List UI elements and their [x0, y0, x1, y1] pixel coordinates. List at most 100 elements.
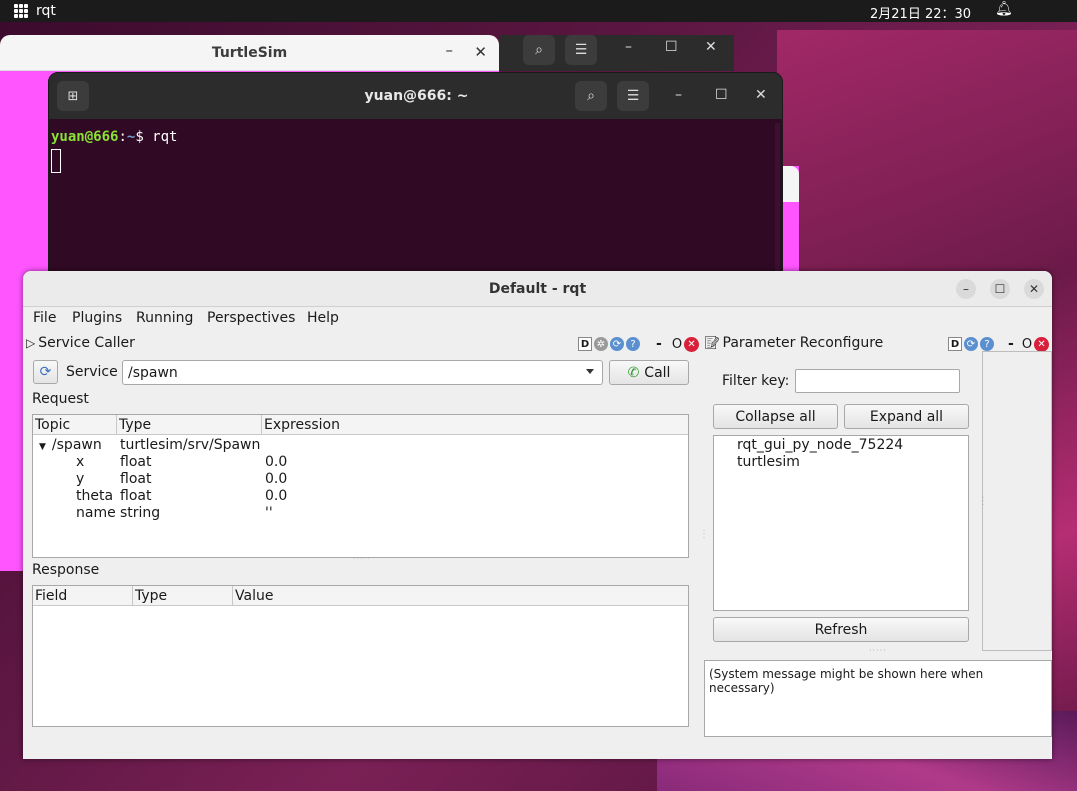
terminal-output[interactable]: yuan@666:~$ rqt	[51, 129, 177, 173]
menu-running[interactable]: Running	[136, 310, 193, 326]
splitter-handle[interactable]: ·····	[869, 646, 887, 655]
row-topic[interactable]: name	[76, 505, 116, 521]
param-reconfigure-dock-title[interactable]: 📝︎ Parameter Reconfigure	[704, 335, 883, 351]
row-topic[interactable]: y	[76, 471, 84, 487]
column-header-topic[interactable]: Topic	[35, 417, 70, 433]
node-item[interactable]: turtlesim	[737, 454, 800, 470]
row-expression[interactable]: 0.0	[265, 454, 287, 470]
menu-plugins[interactable]: Plugins	[72, 310, 122, 326]
close-icon[interactable]: ✕	[755, 87, 767, 103]
row-type: float	[120, 488, 152, 504]
terminal-title: yuan@666: ~	[364, 88, 469, 104]
search-icon[interactable]: ⌕	[575, 81, 607, 111]
request-tree-header: Topic Type Expression	[33, 415, 688, 435]
row-type: float	[120, 454, 152, 470]
close-icon[interactable]: ✕	[474, 43, 487, 61]
filter-key-label: Filter key:	[722, 373, 790, 389]
help-icon[interactable]: ?	[626, 337, 640, 351]
close-icon[interactable]: ✕	[705, 39, 717, 55]
request-label: Request	[32, 391, 89, 407]
rqt-title: Default - rqt	[488, 281, 587, 297]
maximize-icon[interactable]: ☐	[665, 39, 678, 55]
dock-d-button[interactable]: D	[948, 337, 962, 351]
column-header-expression[interactable]: Expression	[264, 417, 340, 433]
terminal-line: yuan@666:~$ rqt	[51, 129, 177, 145]
row-expression[interactable]: ''	[265, 505, 273, 521]
close-icon[interactable]: ✕	[1024, 279, 1044, 299]
column-header-type[interactable]: Type	[135, 588, 167, 604]
reload-icon[interactable]: ⟳	[964, 337, 978, 351]
maximize-icon[interactable]: ☐	[990, 279, 1010, 299]
menu-help[interactable]: Help	[307, 310, 339, 326]
minimize-icon[interactable]: –	[446, 41, 454, 59]
terminal-titlebar[interactable]: ⊞ yuan@666: ~ ⌕ ☰ – ☐ ✕	[49, 73, 782, 119]
bell-icon[interactable]: 🔔︎	[995, 1, 1013, 17]
collapse-all-button[interactable]: Collapse all	[713, 404, 838, 429]
service-combobox[interactable]: /spawn	[122, 360, 603, 385]
dock-minimize-button[interactable]: -	[656, 336, 662, 352]
filter-key-input[interactable]	[795, 369, 960, 393]
apps-grid-icon[interactable]	[14, 4, 28, 18]
minimize-icon[interactable]: –	[675, 87, 682, 103]
node-item[interactable]: rqt_gui_py_node_75224	[737, 437, 903, 453]
turtlesim-title: TurtleSim	[211, 45, 288, 61]
row-topic[interactable]: x	[76, 454, 84, 470]
terminal-command: rqt	[152, 129, 178, 145]
refresh-icon: ⟳	[39, 364, 52, 380]
dock-float-button[interactable]: O	[672, 337, 682, 352]
expand-arrow-icon[interactable]: ▼	[39, 442, 46, 452]
param-dock-buttons: D ⟳ ? - O ✕	[948, 336, 1050, 352]
hamburger-menu-icon[interactable]: ☰	[565, 35, 597, 65]
dock-d-button[interactable]: D	[578, 337, 592, 351]
settings-gear-icon[interactable]: ✲	[594, 337, 608, 351]
active-app-name[interactable]: rqt	[36, 3, 56, 19]
maximize-icon[interactable]: ☐	[715, 87, 728, 103]
call-button[interactable]: ✆ Call	[609, 360, 689, 385]
reload-icon[interactable]: ⟳	[610, 337, 624, 351]
search-icon[interactable]: ⌕	[523, 35, 555, 65]
row-expression[interactable]: 0.0	[265, 488, 287, 504]
rqt-window: Default - rqt – ☐ ✕ File Plugins Running…	[23, 271, 1052, 759]
column-header-value[interactable]: Value	[235, 588, 273, 604]
request-tree[interactable]: Topic Type Expression ▼ /spawn turtlesim/…	[32, 414, 689, 558]
expand-all-button[interactable]: Expand all	[844, 404, 969, 429]
vertical-splitter-handle[interactable]: ···	[699, 529, 708, 540]
dock-minimize-button[interactable]: -	[1008, 336, 1014, 352]
background-terminal-header: ⌕ ☰ – ☐ ✕	[499, 35, 734, 71]
menu-file[interactable]: File	[33, 310, 56, 326]
turtlesim-titlebar[interactable]: TurtleSim – ✕	[0, 35, 499, 71]
hamburger-menu-icon[interactable]: ☰	[617, 81, 649, 111]
row-type: turtlesim/srv/Spawn	[120, 437, 261, 453]
dock-close-icon[interactable]: ✕	[684, 336, 700, 352]
clock[interactable]: 2月21日 22：30	[870, 3, 971, 22]
splitter-handle[interactable]: ·····	[353, 554, 371, 563]
response-tree-header: Field Type Value	[33, 586, 688, 606]
refresh-services-button[interactable]: ⟳	[33, 360, 58, 384]
response-tree[interactable]: Field Type Value	[32, 585, 689, 727]
tree-row-spawn[interactable]: ▼ /spawn	[39, 437, 102, 453]
refresh-button[interactable]: Refresh	[713, 617, 969, 642]
parameter-editor-panel	[982, 351, 1052, 651]
minimize-icon[interactable]: –	[625, 39, 632, 55]
dock-close-icon[interactable]: ✕	[1034, 336, 1050, 352]
row-type: float	[120, 471, 152, 487]
terminal-scrollbar[interactable]	[775, 123, 780, 273]
service-selected-value: /spawn	[128, 364, 178, 381]
terminal-cursor	[51, 149, 61, 173]
param-reconfigure-title: Parameter Reconfigure	[722, 335, 884, 351]
dock-float-button[interactable]: O	[1022, 337, 1032, 352]
minimize-icon[interactable]: –	[956, 279, 976, 299]
row-topic[interactable]: theta	[76, 488, 113, 504]
service-caller-dock-title[interactable]: ▷ Service Caller	[26, 335, 135, 351]
node-tree[interactable]: rqt_gui_py_node_75224 turtlesim	[713, 435, 969, 611]
column-header-field[interactable]: Field	[35, 588, 67, 604]
rqt-titlebar[interactable]: Default - rqt – ☐ ✕	[23, 271, 1052, 307]
vertical-splitter-handle[interactable]: ···	[978, 496, 987, 507]
collapse-triangle-icon[interactable]: ▷	[26, 336, 35, 350]
column-header-type[interactable]: Type	[119, 417, 151, 433]
row-expression[interactable]: 0.0	[265, 471, 287, 487]
help-icon[interactable]: ?	[980, 337, 994, 351]
menu-bar: File Plugins Running Perspectives Help	[23, 307, 1052, 331]
menu-perspectives[interactable]: Perspectives	[207, 310, 295, 326]
call-label: Call	[644, 364, 671, 381]
